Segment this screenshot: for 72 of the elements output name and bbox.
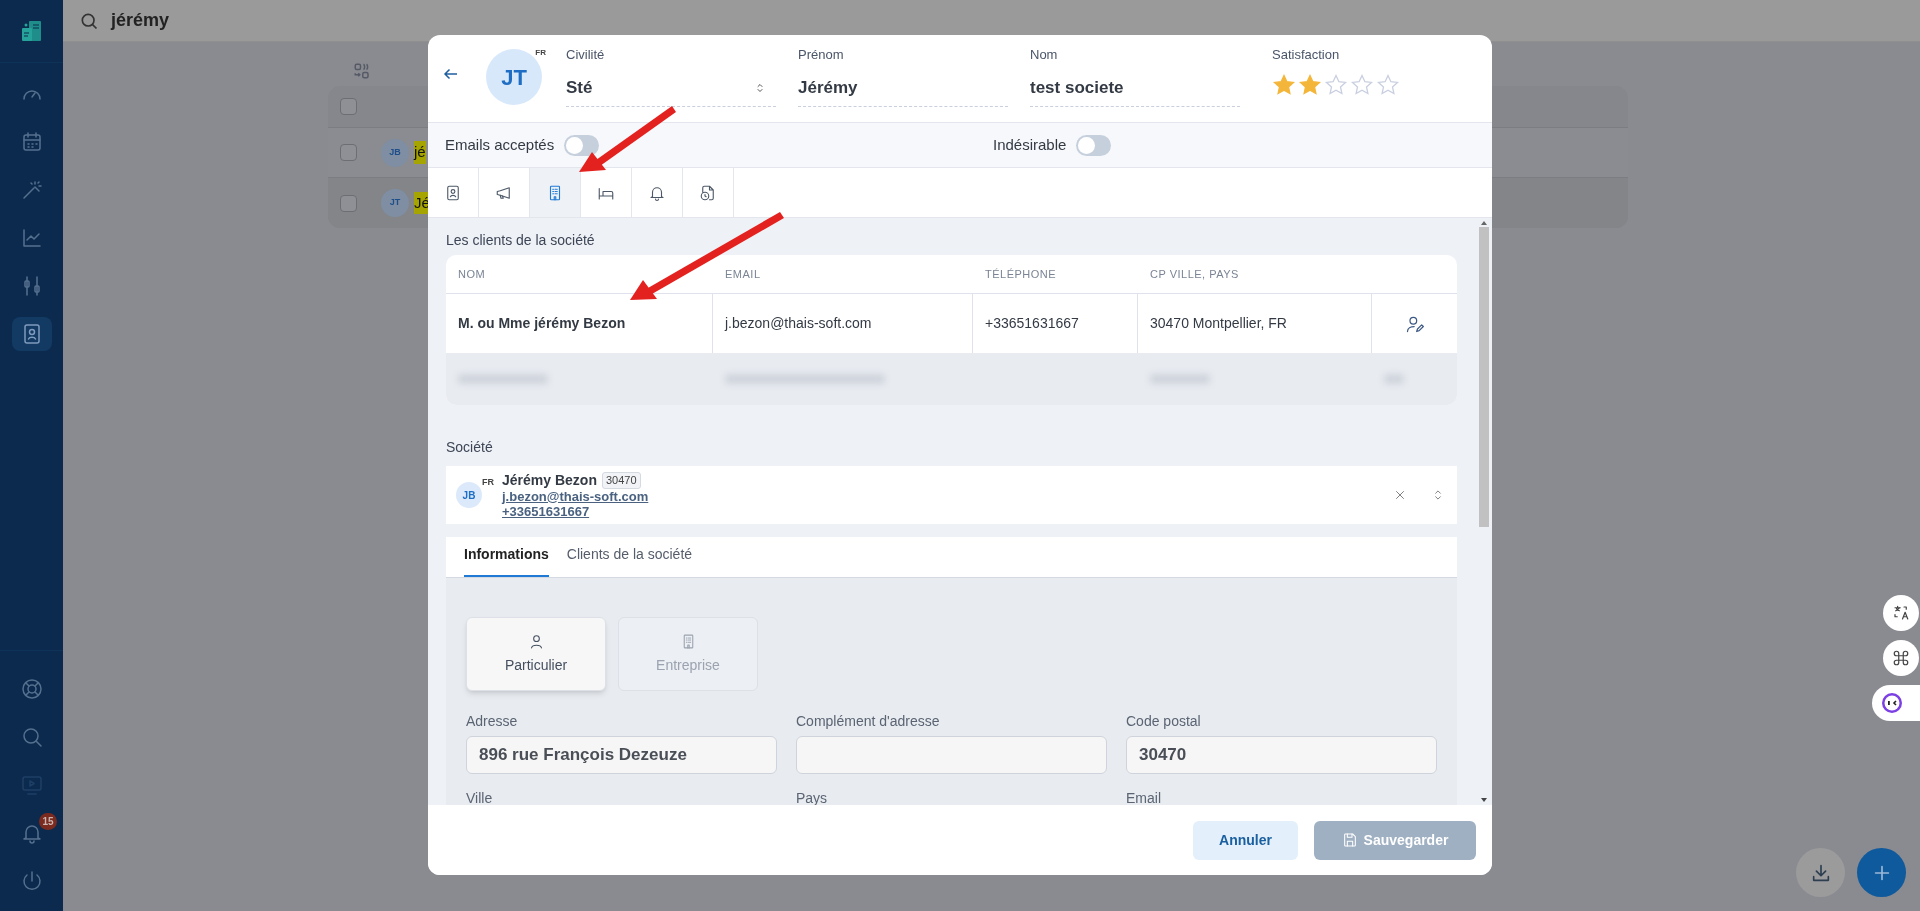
input-field[interactable]: 30470 bbox=[1126, 736, 1437, 774]
monitor-play-icon bbox=[19, 773, 44, 797]
input-field[interactable]: test societe bbox=[1030, 70, 1240, 107]
field-label: Nom bbox=[1030, 46, 1059, 64]
toggle-label: Indésirable bbox=[993, 134, 1067, 155]
scan-icon[interactable] bbox=[353, 62, 371, 80]
notification-badge: 15 bbox=[39, 813, 57, 830]
lifebuoy-icon bbox=[19, 677, 44, 701]
star-icon[interactable] bbox=[1298, 72, 1322, 97]
toggle-switch[interactable] bbox=[1076, 134, 1112, 156]
contact-name: jé bbox=[414, 141, 426, 164]
section-title: Les clients de la société bbox=[446, 231, 596, 250]
field-label: Ville bbox=[466, 789, 494, 805]
star-icon[interactable] bbox=[1272, 72, 1296, 97]
star-icon[interactable] bbox=[1350, 72, 1374, 97]
translate-button[interactable] bbox=[1883, 595, 1919, 631]
close-icon[interactable] bbox=[1393, 488, 1407, 502]
file-clock-icon bbox=[699, 183, 717, 202]
star-icon[interactable] bbox=[1324, 72, 1348, 97]
field-label: Civilité bbox=[566, 46, 606, 64]
field-label: Email bbox=[1126, 789, 1162, 805]
phone-link[interactable]: +33651631667 bbox=[502, 503, 649, 519]
sidebar-item[interactable] bbox=[11, 317, 52, 351]
checkbox[interactable] bbox=[340, 98, 357, 115]
sidebar-item[interactable]: 15 bbox=[6, 813, 57, 853]
avatar-initials: JT bbox=[501, 63, 527, 92]
column-header: EMAIL bbox=[724, 266, 762, 282]
scrollbar[interactable] bbox=[1479, 221, 1489, 802]
type-option[interactable]: Particulier bbox=[466, 617, 606, 691]
field-label: Code postal bbox=[1126, 712, 1202, 731]
country-code: FR bbox=[535, 47, 546, 59]
assistant-button[interactable] bbox=[1872, 685, 1920, 721]
column-header: CP VILLE, PAYS bbox=[1149, 266, 1240, 282]
email-link[interactable]: j.bezon@thais-soft.com bbox=[502, 488, 649, 504]
company-select[interactable]: JB FR Jérémy Bezon 30470 j.bezon@thais-soft.com +33651631667 bbox=[446, 466, 1457, 524]
avatar: JB bbox=[381, 138, 409, 167]
country-code: FR bbox=[482, 476, 494, 489]
download-button[interactable] bbox=[1796, 848, 1845, 897]
logo-icon[interactable] bbox=[19, 19, 44, 43]
translate-icon bbox=[1892, 604, 1910, 622]
icon-tab[interactable] bbox=[530, 168, 581, 217]
field-label: Adresse bbox=[466, 712, 519, 731]
avatar: JT bbox=[381, 189, 409, 217]
company-name: Jérémy Bezon bbox=[502, 472, 597, 488]
search-text: jérémy bbox=[111, 9, 170, 32]
tab[interactable]: Clients de la société bbox=[566, 544, 693, 577]
toggle-switch[interactable] bbox=[564, 134, 600, 156]
column-header: NOM bbox=[457, 266, 487, 282]
chevron-updown-icon bbox=[754, 82, 766, 94]
save-icon bbox=[1341, 832, 1358, 848]
column-header: TÉLÉPHONE bbox=[984, 266, 1058, 282]
input-field[interactable] bbox=[796, 736, 1107, 774]
search-bar[interactable]: jérémy bbox=[63, 0, 1920, 42]
command-icon bbox=[1892, 649, 1910, 667]
star-icon[interactable] bbox=[1376, 72, 1400, 97]
toggle-label: Emails acceptés bbox=[445, 134, 555, 155]
field-label: Complément d'adresse bbox=[796, 712, 941, 731]
input-field[interactable]: 896 rue François Dezeuze bbox=[466, 736, 777, 774]
field-label: Satisfaction bbox=[1272, 46, 1341, 64]
cancel-button[interactable]: Annuler bbox=[1193, 820, 1298, 860]
robot-face-icon bbox=[1880, 691, 1904, 715]
checkbox[interactable] bbox=[340, 194, 357, 212]
add-button[interactable] bbox=[1857, 848, 1906, 897]
command-button[interactable] bbox=[1883, 640, 1919, 676]
checkbox[interactable] bbox=[340, 144, 357, 161]
input-field[interactable]: Jérémy bbox=[798, 70, 1008, 107]
select-field[interactable]: Sté bbox=[566, 70, 776, 107]
contact-card-icon bbox=[444, 183, 462, 202]
section-title: Société bbox=[446, 438, 494, 457]
field-label: Prénom bbox=[798, 46, 845, 64]
postcode-tag: 30470 bbox=[601, 471, 641, 489]
field-label: Pays bbox=[796, 789, 829, 805]
